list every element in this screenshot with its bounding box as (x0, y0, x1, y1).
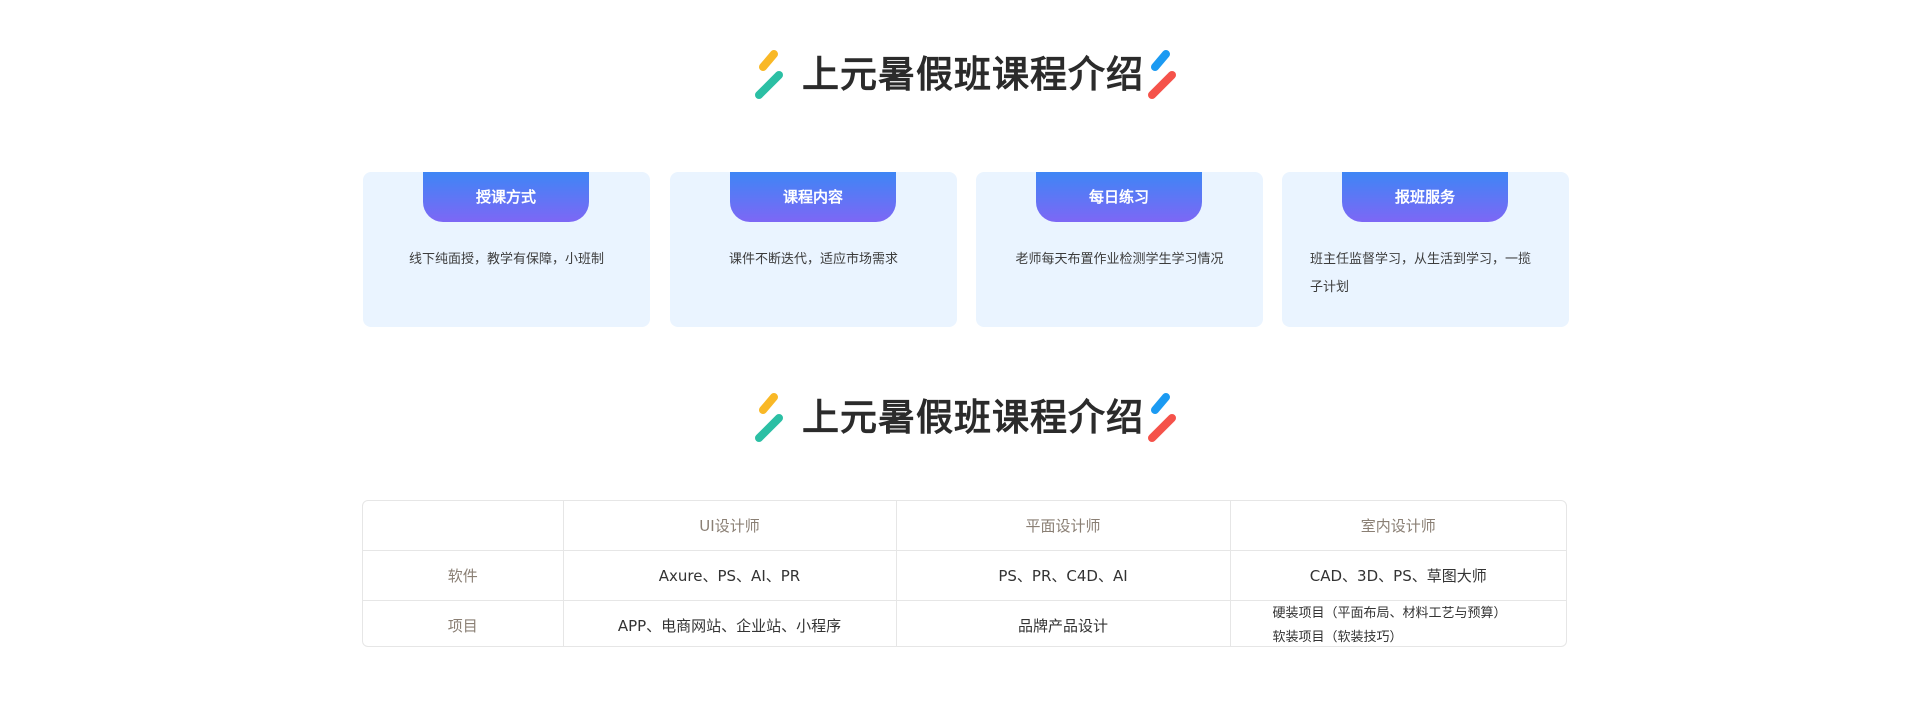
feature-cards: 授课方式 线下纯面授，教学有保障，小班制 课程内容 课件不断迭代，适应市场需求 … (363, 172, 1569, 327)
table-cell: CAD、3D、PS、草图大师 (1230, 550, 1566, 601)
table: UI设计师 平面设计师 室内设计师 软件 Axure、PS、AI、PR PS、P… (363, 501, 1566, 647)
slash-decoration-icon (1148, 50, 1176, 99)
table-cell: 品牌产品设计 (896, 600, 1231, 646)
table-cell: Axure、PS、AI、PR (563, 550, 897, 601)
section-heading-course-table: 上元暑假班课程介绍 (0, 389, 1920, 449)
card-description: 老师每天布置作业检测学生学习情况 (1015, 252, 1224, 267)
slash-decoration-icon (755, 393, 783, 442)
heading-inner: 上元暑假班课程介绍 (750, 46, 1180, 106)
feature-card: 每日练习 老师每天布置作业检测学生学习情况 (976, 172, 1263, 327)
card-tab-label: 每日练习 (1036, 172, 1202, 222)
table-header-cell: UI设计师 (563, 501, 897, 551)
card-description: 课件不断迭代，适应市场需求 (728, 252, 898, 267)
feature-card: 报班服务 班主任监督学习，从生活到学习，一揽子计划 (1282, 172, 1569, 327)
feature-card: 授课方式 线下纯面授，教学有保障，小班制 (363, 172, 650, 327)
row-label: 软件 (363, 550, 564, 601)
table-cell-line: 硬装项目（平面布局、材料工艺与预算） (1272, 605, 1507, 621)
table-row: 软件 Axure、PS、AI、PR PS、PR、C4D、AI CAD、3D、PS… (363, 550, 1566, 601)
table-header-cell: 室内设计师 (1230, 501, 1566, 551)
table-header-cell (363, 501, 564, 551)
table-cell: APP、电商网站、企业站、小程序 (563, 600, 897, 646)
card-tab-label: 授课方式 (423, 172, 589, 222)
card-tab-label: 报班服务 (1342, 172, 1508, 222)
section-heading-course-intro: 上元暑假班课程介绍 (0, 46, 1920, 106)
card-description: 线下纯面授，教学有保障，小班制 (408, 252, 604, 267)
course-comparison-table: UI设计师 平面设计师 室内设计师 软件 Axure、PS、AI、PR PS、P… (362, 500, 1567, 647)
section-title: 上元暑假班课程介绍 (802, 396, 1144, 439)
table-cell-line: 软装项目（软装技巧） (1272, 629, 1403, 645)
page-title: 上元暑假班课程介绍 (802, 53, 1144, 96)
table-header-row: UI设计师 平面设计师 室内设计师 (363, 501, 1566, 551)
table-cell-multiline: 硬装项目（平面布局、材料工艺与预算） 软装项目（软装技巧） (1230, 601, 1566, 647)
table-header-cell: 平面设计师 (896, 501, 1231, 551)
slash-decoration-icon (755, 50, 783, 99)
card-description: 班主任监督学习，从生活到学习，一揽子计划 (1310, 252, 1532, 295)
slash-decoration-icon (1148, 393, 1176, 442)
feature-card: 课程内容 课件不断迭代，适应市场需求 (670, 172, 957, 327)
table-cell: PS、PR、C4D、AI (896, 550, 1231, 601)
card-tab-label: 课程内容 (730, 172, 896, 222)
table-row: 项目 APP、电商网站、企业站、小程序 品牌产品设计 硬装项目（平面布局、材料工… (363, 600, 1566, 647)
row-label: 项目 (363, 600, 564, 646)
heading-inner: 上元暑假班课程介绍 (750, 389, 1180, 449)
